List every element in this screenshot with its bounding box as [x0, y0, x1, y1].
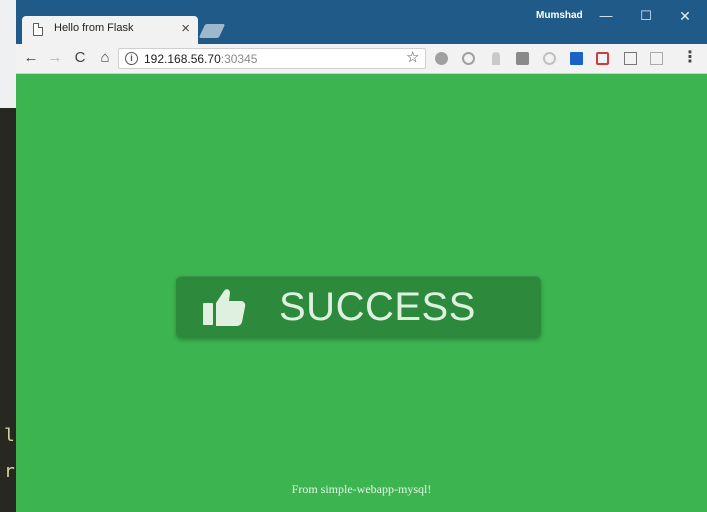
square-icon[interactable] [624, 52, 637, 65]
page-icon [33, 23, 43, 36]
home-button[interactable]: ⌂ [96, 49, 114, 67]
circle-icon[interactable] [462, 52, 475, 65]
minimize-button[interactable]: — [596, 6, 616, 26]
new-tab-button[interactable] [198, 24, 226, 38]
url-port: :30345 [220, 52, 258, 66]
thumbs-up-icon [203, 289, 246, 326]
browser-tab[interactable]: Hello from Flask × [22, 16, 198, 44]
code-line: l [4, 425, 15, 446]
bookmark-star-icon[interactable]: ☆ [406, 49, 419, 67]
bookmark-icon[interactable] [570, 52, 583, 65]
tab-title: Hello from Flask [54, 22, 134, 34]
address-bar[interactable]: i 192.168.56.70:30345 [118, 48, 426, 69]
title-bar: Hello from Flask × Mumshad — ☐ ✕ [16, 0, 707, 44]
success-button[interactable]: SUCCESS [176, 276, 541, 338]
browser-toolbar: ← → C ⌂ i 192.168.56.70:30345 ☆ ⋮ [16, 44, 707, 74]
url-text[interactable]: 192.168.56.70:30345 [144, 52, 257, 66]
info-icon[interactable]: i [125, 52, 138, 65]
profile-name[interactable]: Mumshad [536, 10, 583, 21]
forward-button[interactable]: → [46, 49, 64, 67]
success-label: SUCCESS [279, 285, 476, 329]
reload-button[interactable]: C [71, 49, 89, 67]
screen: l r Hello from Flask × Mumshad — ☐ ✕ ← →… [0, 0, 707, 512]
edit-icon[interactable] [650, 52, 663, 65]
back-button[interactable]: ← [22, 49, 40, 67]
footer-text: From simple-webapp-mysql! [291, 482, 432, 496]
page-content: SUCCESS From simple-webapp-mysql! [16, 74, 707, 512]
maximize-button[interactable]: ☐ [636, 6, 656, 26]
close-window-button[interactable]: ✕ [675, 6, 695, 26]
ring-icon[interactable] [543, 52, 556, 65]
url-host: 192.168.56.70 [144, 52, 221, 66]
desktop-background [0, 0, 16, 108]
code-editor-background: l r [0, 108, 16, 512]
tab-close-button[interactable]: × [181, 20, 190, 38]
pen-icon[interactable] [492, 52, 500, 65]
menu-icon[interactable]: ⋮ [682, 49, 698, 67]
browser-window: Hello from Flask × Mumshad — ☐ ✕ ← → C ⌂… [16, 0, 707, 512]
code-line: r [4, 461, 15, 482]
angular-icon[interactable] [435, 52, 448, 65]
camera-icon[interactable] [516, 52, 529, 65]
pocket-icon[interactable] [596, 52, 609, 65]
